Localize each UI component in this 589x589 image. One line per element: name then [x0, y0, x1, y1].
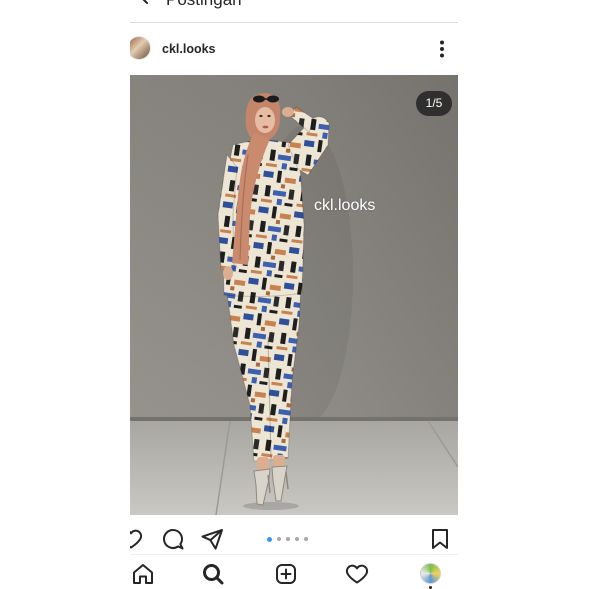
add-post-icon[interactable]	[274, 562, 298, 586]
phone-screen: Postingan ckl.looks	[130, 0, 458, 589]
post-username[interactable]: ckl.looks	[162, 41, 216, 57]
post-actions	[130, 515, 458, 553]
search-icon[interactable]	[201, 562, 225, 586]
profile-avatar-icon[interactable]	[420, 563, 441, 584]
carousel-indicator	[267, 536, 308, 542]
share-icon[interactable]	[200, 527, 224, 551]
arrow-left-icon[interactable]	[138, 0, 158, 7]
bottom-nav	[130, 554, 458, 589]
heart-icon[interactable]	[130, 527, 143, 551]
post-photo	[130, 75, 458, 515]
more-vertical-icon[interactable]	[431, 38, 453, 60]
carousel-dot	[295, 537, 299, 541]
image-watermark: ckl.looks	[314, 197, 376, 214]
post-media[interactable]: 1/5 ckl.looks	[130, 75, 458, 515]
post-header: ckl.looks	[130, 35, 458, 63]
profile-avatar-icon[interactable]	[130, 36, 151, 60]
carousel-dot	[277, 537, 281, 541]
carousel-dot-active	[267, 536, 272, 542]
carousel-dot	[286, 537, 290, 541]
carousel-dot	[304, 537, 308, 541]
carousel-counter: 1/5	[416, 91, 452, 116]
page-title: Postingan	[166, 0, 242, 10]
home-icon[interactable]	[131, 562, 155, 586]
comment-icon[interactable]	[161, 527, 185, 551]
bookmark-icon[interactable]	[428, 527, 452, 551]
top-bar: Postingan	[130, 0, 458, 23]
activity-heart-icon[interactable]	[345, 562, 369, 586]
